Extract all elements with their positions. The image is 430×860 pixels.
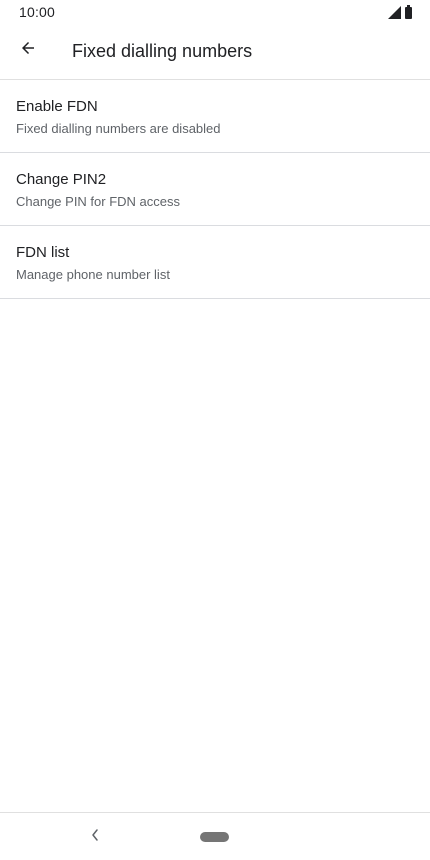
signal-icon [388,6,401,19]
navigation-bar [0,812,430,860]
setting-enable-fdn[interactable]: Enable FDN Fixed dialling numbers are di… [0,80,430,153]
nav-back-icon [92,829,98,841]
status-icons [388,5,412,19]
app-bar: Fixed dialling numbers [0,24,430,80]
setting-title: FDN list [16,244,70,261]
arrow-back-icon [22,42,34,54]
setting-summary: Fixed dialling numbers are disabled [16,121,221,136]
settings-list: Enable FDN Fixed dialling numbers are di… [0,80,430,299]
battery-icon [405,5,412,19]
page-title: Fixed dialling numbers [72,41,253,61]
status-time: 10:00 [19,4,56,20]
nav-back-button[interactable] [84,823,106,847]
setting-title: Change PIN2 [16,171,107,188]
home-pill-icon[interactable] [200,832,229,842]
back-button[interactable] [10,30,46,66]
status-bar: 10:00 [0,0,430,24]
setting-fdn-list[interactable]: FDN list Manage phone number list [0,226,430,299]
setting-change-pin2[interactable]: Change PIN2 Change PIN for FDN access [0,153,430,226]
setting-summary: Manage phone number list [16,267,170,282]
setting-title: Enable FDN [16,98,98,115]
setting-summary: Change PIN for FDN access [16,194,181,209]
